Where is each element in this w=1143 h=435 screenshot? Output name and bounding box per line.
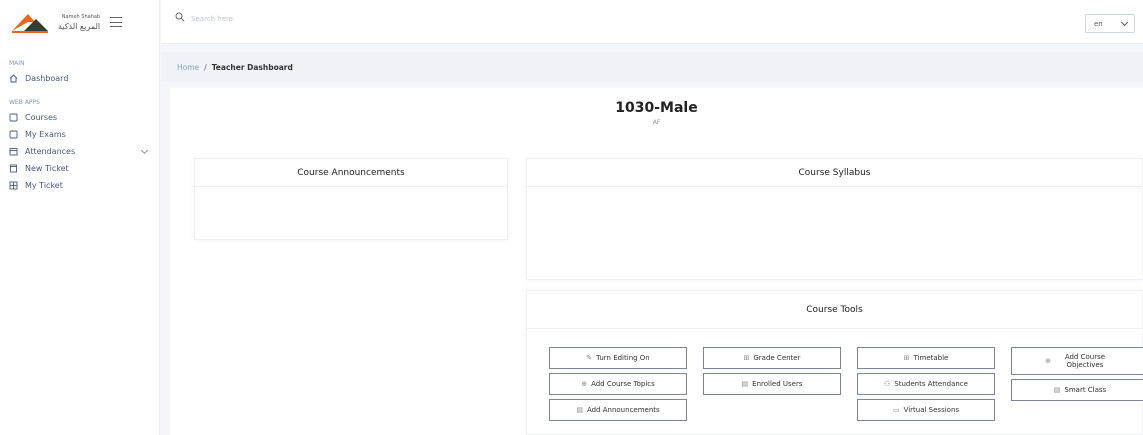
square-icon xyxy=(9,130,18,139)
main-content: 1030-Male AF Course Announcements Course… xyxy=(170,88,1143,435)
page-title: 1030-Male xyxy=(615,100,698,116)
grid-icon: ⊞ xyxy=(903,354,910,362)
brand-text: Nameh Shahab المربع الذكية xyxy=(58,12,100,32)
brand-logo-icon[interactable] xyxy=(10,11,50,33)
smart-class-button[interactable]: ▤ Smart Class xyxy=(1011,379,1143,401)
video-icon: ▭ xyxy=(892,406,900,414)
edit-icon: ✎ xyxy=(586,354,593,362)
sidebar-item-label: Dashboard xyxy=(25,74,69,83)
timetable-button[interactable]: ⊞ Timetable xyxy=(857,347,995,369)
calendar-icon xyxy=(9,147,18,156)
search-icon[interactable] xyxy=(175,12,185,25)
ticket-icon xyxy=(9,164,18,173)
section-label-main: MAIN xyxy=(9,60,25,67)
breadcrumb-separator: / xyxy=(204,62,207,72)
home-icon xyxy=(9,74,18,83)
calendar-icon: ▤ xyxy=(576,406,583,414)
search-input[interactable] xyxy=(191,14,311,23)
sidebar-item-label: Attendances xyxy=(25,147,76,156)
sidebar-item-my-exams[interactable]: My Exams xyxy=(0,126,159,143)
grid-icon xyxy=(9,181,18,190)
add-announcements-button[interactable]: ▤ Add Announcements xyxy=(549,399,687,421)
course-announcements-card: Course Announcements xyxy=(194,158,508,240)
sidebar: Nameh Shahab المربع الذكية MAIN Dashboar… xyxy=(0,0,160,435)
sidebar-item-attendances[interactable]: Attendances xyxy=(0,143,159,160)
card-title: Course Announcements xyxy=(195,159,507,187)
plus-icon: ⊕ xyxy=(1045,357,1051,365)
top-bar: en xyxy=(161,0,1143,44)
sidebar-item-new-ticket[interactable]: New Ticket xyxy=(0,160,159,177)
card-title: Course Syllabus xyxy=(527,159,1142,187)
grid-icon: ⊞ xyxy=(743,354,750,362)
card-title: Course Tools xyxy=(527,291,1142,329)
turn-editing-on-button[interactable]: ✎ Turn Editing On xyxy=(549,347,687,369)
section-label-web-apps: WEB APPS xyxy=(9,99,40,106)
students-attendance-button[interactable]: ⚇ Students Attendance xyxy=(857,373,995,395)
plus-icon: ⊕ xyxy=(581,380,588,388)
sidebar-item-label: My Ticket xyxy=(25,181,63,190)
course-tools-card: Course Tools ✎ Turn Editing On ⊕ Add Cours… xyxy=(526,290,1143,435)
virtual-sessions-button[interactable]: ▭ Virtual Sessions xyxy=(857,399,995,421)
course-syllabus-card: Course Syllabus xyxy=(526,158,1143,280)
course-header: 1030-Male AF xyxy=(170,88,1143,126)
sidebar-item-label: New Ticket xyxy=(25,164,69,173)
enrolled-users-button[interactable]: ▤ Enrolled Users xyxy=(703,373,841,395)
breadcrumb-current: Teacher Dashboard xyxy=(211,62,293,72)
calendar-icon: ▤ xyxy=(741,380,749,388)
calendar-icon: ▤ xyxy=(1053,386,1061,394)
chevron-down-icon[interactable] xyxy=(140,146,149,155)
menu-toggle-icon[interactable] xyxy=(110,17,123,27)
sidebar-item-my-ticket[interactable]: My Ticket xyxy=(0,177,159,194)
user-icon: ⚇ xyxy=(884,380,891,388)
grade-center-button[interactable]: ⊞ Grade Center xyxy=(703,347,841,369)
chevron-down-icon xyxy=(1120,18,1129,27)
sidebar-item-label: My Exams xyxy=(25,130,66,139)
sidebar-item-dashboard[interactable]: Dashboard xyxy=(0,70,159,87)
sidebar-item-label: Courses xyxy=(25,113,58,122)
square-icon xyxy=(9,113,18,122)
add-course-objectives-button[interactable]: ⊕ Add Course Objectives xyxy=(1011,347,1143,375)
brand-name-en: Nameh Shahab xyxy=(61,14,101,20)
course-subtitle: AF xyxy=(652,119,661,126)
language-select[interactable]: en xyxy=(1085,14,1135,33)
breadcrumb-home-link[interactable]: Home xyxy=(177,63,199,72)
sidebar-item-courses[interactable]: Courses xyxy=(0,109,159,126)
add-course-topics-button[interactable]: ⊕ Add Course Topics xyxy=(549,373,687,395)
search-box xyxy=(175,12,311,25)
brand-name-ar: المربع الذكية xyxy=(58,22,101,31)
logo-row: Nameh Shahab المربع الذكية xyxy=(0,0,159,44)
breadcrumb: Home / Teacher Dashboard xyxy=(161,52,1143,82)
language-value: en xyxy=(1094,19,1103,28)
